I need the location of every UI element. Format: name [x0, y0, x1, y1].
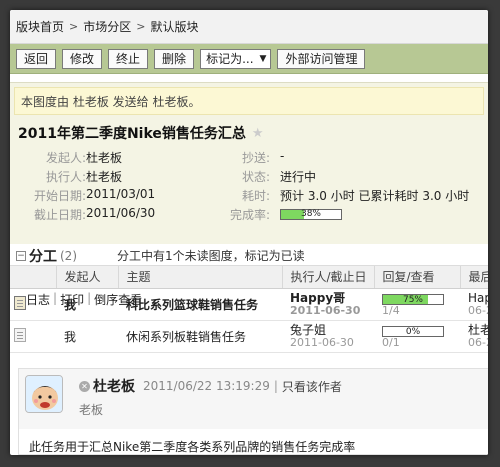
- avatar[interactable]: [25, 375, 63, 413]
- row-executor[interactable]: 兔子姐: [290, 323, 374, 337]
- sender-label: 发起人:: [45, 151, 86, 165]
- cc-value: -: [280, 149, 285, 163]
- document-icon: [14, 327, 26, 342]
- executor-label: 执行人:: [45, 170, 86, 184]
- task-title: 2011年第二季度Nike销售任务汇总 ★: [18, 123, 488, 143]
- column-subject[interactable]: 主题: [118, 266, 283, 289]
- task-panel: 本图度由 杜老板 发送给 杜老板。 2011年第二季度Nike销售任务汇总 ★ …: [10, 82, 488, 307]
- row-last-date: 06-2: [468, 303, 488, 317]
- subtask-header: − 分工 (2) 分工中有1个未读图度，标记为已读: [10, 246, 488, 266]
- breadcrumb-default[interactable]: 默认版块: [150, 18, 198, 35]
- due-date-value: 2011/06/30: [86, 206, 156, 220]
- time-label: 耗时:: [241, 189, 270, 203]
- table-row[interactable]: 我 休闲系列板鞋销售任务 兔子姐 2011-06-30 0% 0/1 杜 06-: [10, 320, 488, 353]
- column-sender[interactable]: 发起人: [56, 266, 119, 289]
- start-date-value: 2011/03/01: [86, 187, 156, 201]
- table-header-row: 发起人 主题 执行人/截止日 回复/查看 最后: [10, 266, 488, 289]
- time-value: 预计 3.0 小时 已累计耗时 3.0 小时: [280, 189, 470, 203]
- breadcrumb-separator: >: [136, 20, 146, 33]
- row-subject[interactable]: 科比系列篮球鞋销售任务: [118, 288, 282, 321]
- comment-header: ✕ 杜老板 2011/06/22 13:19:29 | 只看该作者 老板: [19, 369, 488, 429]
- only-author-link[interactable]: 只看该作者: [282, 378, 342, 395]
- breadcrumb-home[interactable]: 版块首页: [16, 18, 64, 35]
- comment-meta: ✕ 杜老板 2011/06/22 13:19:29 | 只看该作者: [79, 376, 342, 396]
- row-last-date: 06-2: [468, 335, 488, 349]
- stop-button[interactable]: 终止: [108, 48, 149, 69]
- mark-as-select[interactable]: 标记为... ▼: [200, 48, 272, 69]
- row-last-user: 杜老: [468, 322, 488, 337]
- column-replies[interactable]: 回复/查看: [374, 266, 461, 289]
- completion-progress-text: 38%: [300, 209, 321, 219]
- comment-date: 2011/06/22 13:19:29: [143, 379, 270, 393]
- executor-value: 杜老板: [86, 170, 123, 184]
- sender-value: 杜老板: [86, 151, 123, 165]
- row-subject[interactable]: 休闲系列板鞋销售任务: [118, 320, 282, 353]
- cc-label: 抄送:: [241, 151, 270, 165]
- comment-body: 此任务用于汇总Nike第二季度各类系列品牌的销售任务完成率: [29, 440, 356, 454]
- row-executor[interactable]: Happy哥: [290, 291, 374, 305]
- status-label: 状态:: [241, 170, 270, 184]
- subtask-table: 发起人 主题 执行人/截止日 回复/查看 最后 我 科比系列篮球鞋销售任务 Ha…: [10, 266, 488, 353]
- completion-progress-bar: 38%: [280, 209, 342, 220]
- unread-message[interactable]: 分工中有1个未读图度，标记为已读: [117, 247, 305, 264]
- row-sender: 我: [56, 320, 118, 353]
- breadcrumb: 版块首页 > 市场分区 > 默认版块: [10, 10, 488, 44]
- subtask-count: (2): [60, 248, 77, 263]
- document-icon: [14, 295, 26, 310]
- column-last[interactable]: 最后: [460, 266, 488, 289]
- table-row[interactable]: 我 科比系列篮球鞋销售任务 Happy哥 2011-06-30 75% 1/4: [10, 288, 488, 321]
- start-date-label: 开始日期:: [33, 189, 86, 203]
- subtask-section: − 分工 (2) 分工中有1个未读图度，标记为已读 发起人 主题 执行人/截止日…: [10, 246, 488, 353]
- row-progress-bar: 75%: [382, 293, 444, 305]
- breadcrumb-market[interactable]: 市场分区: [83, 18, 131, 35]
- row-progress-text: 75%: [402, 294, 423, 305]
- breadcrumb-separator: >: [69, 20, 79, 33]
- delete-button[interactable]: 删除: [154, 48, 195, 69]
- completion-label: 完成率:: [229, 208, 270, 222]
- task-info: 发起人: 杜老板 抄送: - 执行人: 杜老板 状态: 进行中 开始日期: 20…: [10, 149, 488, 225]
- close-icon[interactable]: ✕: [79, 380, 90, 392]
- column-executor[interactable]: 执行人/截止日: [282, 266, 375, 289]
- row-date: 2011-06-30: [290, 335, 354, 349]
- external-access-button[interactable]: 外部访问管理: [277, 48, 366, 69]
- chevron-down-icon: ▼: [259, 53, 267, 64]
- toolbar: 返回 修改 终止 删除 标记为... ▼ 外部访问管理: [10, 44, 488, 74]
- back-button[interactable]: 返回: [16, 48, 57, 69]
- app-window: 版块首页 > 市场分区 > 默认版块 返回 修改 终止 删除 标记为... ▼ …: [10, 10, 488, 455]
- row-sender: 我: [56, 288, 118, 321]
- comment-card: ✕ 杜老板 2011/06/22 13:19:29 | 只看该作者 老板 此任务…: [18, 368, 488, 455]
- task-title-text: 2011年第二季度Nike销售任务汇总: [18, 126, 246, 142]
- edit-button[interactable]: 修改: [62, 48, 103, 69]
- row-progress-bar: 0%: [382, 325, 444, 337]
- column-icon: [10, 266, 57, 289]
- mark-as-label: 标记为...: [206, 52, 254, 66]
- subtask-title: 分工: [29, 248, 57, 265]
- row-last-user: Hap: [468, 290, 488, 305]
- star-icon[interactable]: ★: [252, 126, 264, 141]
- collapse-icon[interactable]: −: [16, 250, 26, 261]
- notice-bar: 本图度由 杜老板 发送给 杜老板。: [14, 87, 484, 115]
- row-date: 2011-06-30: [290, 303, 361, 317]
- comment-author[interactable]: 杜老板: [93, 376, 135, 396]
- due-date-label: 截止日期:: [33, 208, 86, 222]
- row-progress-text: 0%: [405, 326, 421, 337]
- author-role: 老板: [79, 403, 104, 417]
- status-value: 进行中: [280, 170, 317, 184]
- meta-divider: |: [273, 379, 278, 393]
